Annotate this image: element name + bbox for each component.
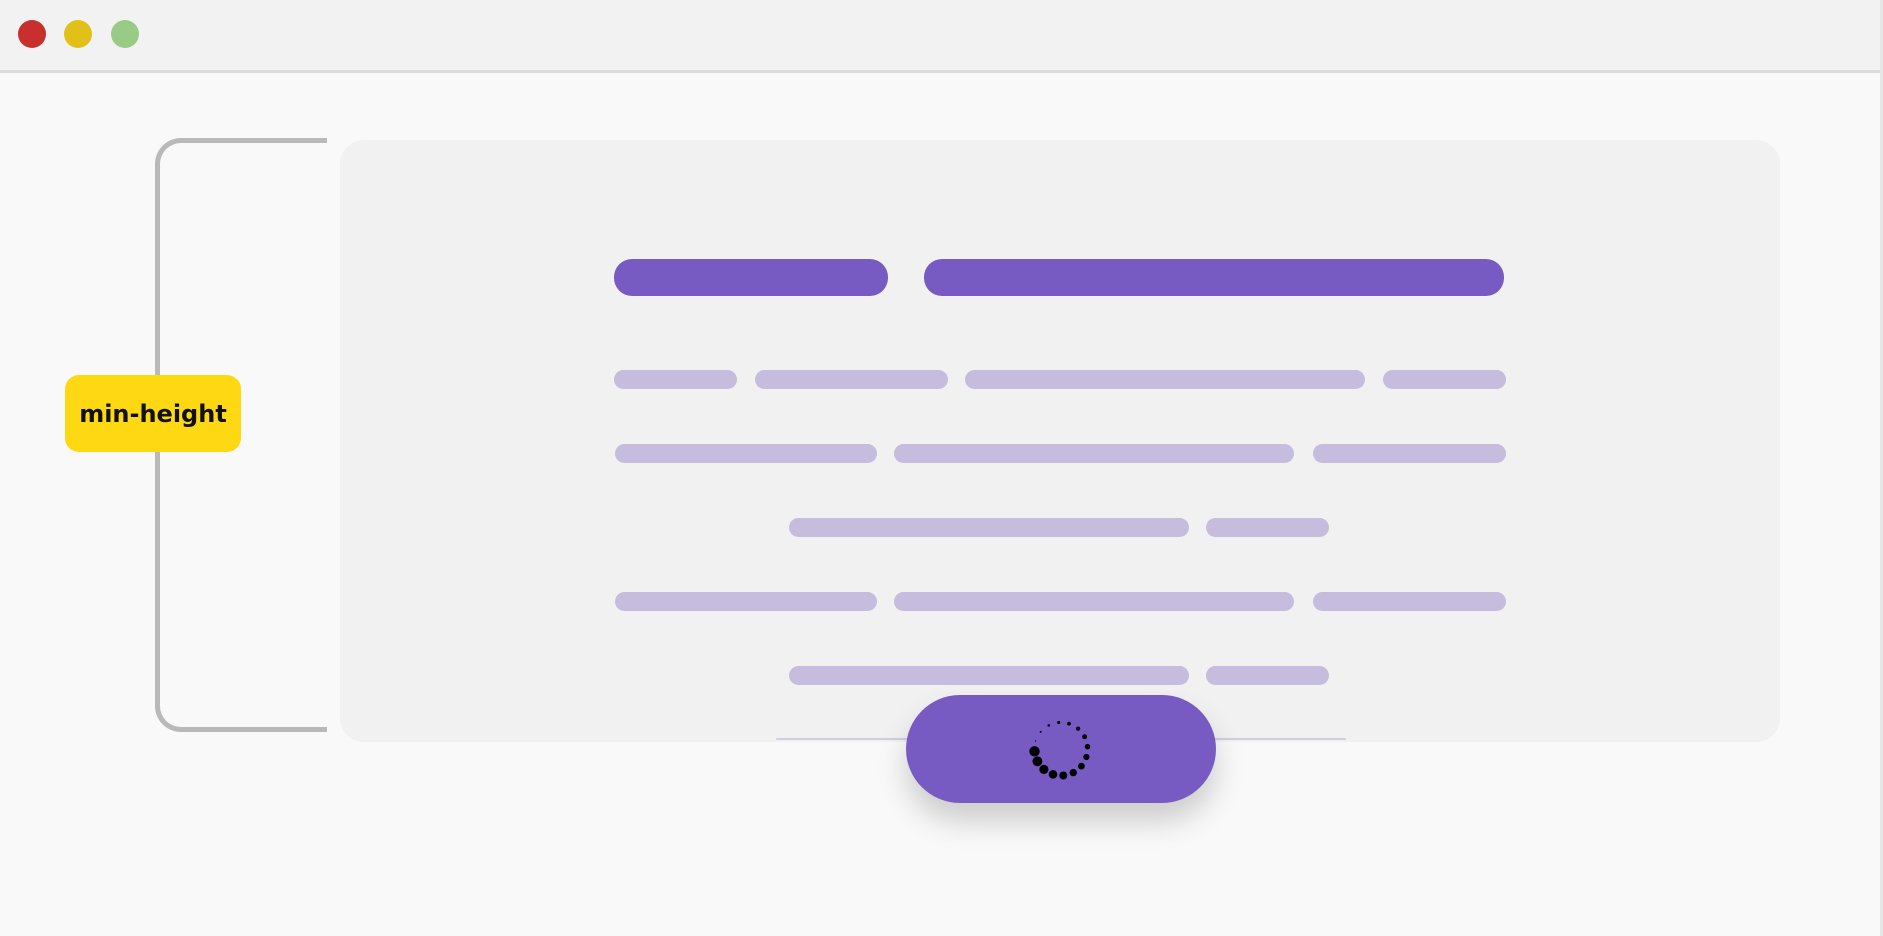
spinner-dot [1075, 726, 1081, 731]
skeleton-text-bar [1206, 666, 1329, 685]
spinner-dot [1084, 743, 1091, 750]
spinner-dot [1034, 740, 1037, 742]
spinner-dot [1039, 730, 1042, 733]
maximize-window-button[interactable] [111, 20, 139, 48]
spinner-dot [1083, 753, 1090, 761]
minimize-window-button[interactable] [64, 20, 92, 48]
spinner-dot [1029, 746, 1040, 757]
skeleton-heading-bar [614, 259, 888, 296]
skeleton-text-bar [1313, 592, 1506, 611]
min-height-label-text: min-height [79, 399, 227, 428]
spinner-dot [1048, 770, 1058, 779]
skeleton-text-bar [965, 370, 1365, 389]
skeleton-text-bar [1206, 518, 1329, 537]
skeleton-text-bar [614, 370, 737, 389]
close-window-button[interactable] [18, 20, 46, 48]
spinner-dot [1059, 771, 1068, 780]
skeleton-text-bar [615, 592, 877, 611]
skeleton-text-bar [894, 592, 1294, 611]
skeleton-text-bar [755, 370, 948, 389]
skeleton-text-bar [1313, 444, 1506, 463]
spinner-dot [1069, 768, 1077, 777]
spinner-dot [1047, 724, 1050, 727]
spinner-icon [1029, 720, 1091, 780]
skeleton-text-bar [789, 666, 1189, 685]
skeleton-heading-bar [924, 259, 1504, 296]
spinner-dot [1082, 734, 1088, 740]
window-titlebar [0, 0, 1880, 73]
min-height-label: min-height [65, 375, 241, 452]
spinner-dot [1077, 762, 1085, 770]
spinner-dot [1039, 764, 1049, 774]
content-panel [340, 140, 1780, 742]
spinner-dot [1057, 720, 1061, 725]
skeleton-text-bar [615, 444, 877, 463]
skeleton-text-bar [894, 444, 1294, 463]
loading-button[interactable] [906, 695, 1216, 803]
spinner-dot [1067, 721, 1071, 726]
skeleton-text-bar [1383, 370, 1506, 389]
skeleton-text-bar [789, 518, 1189, 537]
spinner-dot [1032, 756, 1043, 767]
